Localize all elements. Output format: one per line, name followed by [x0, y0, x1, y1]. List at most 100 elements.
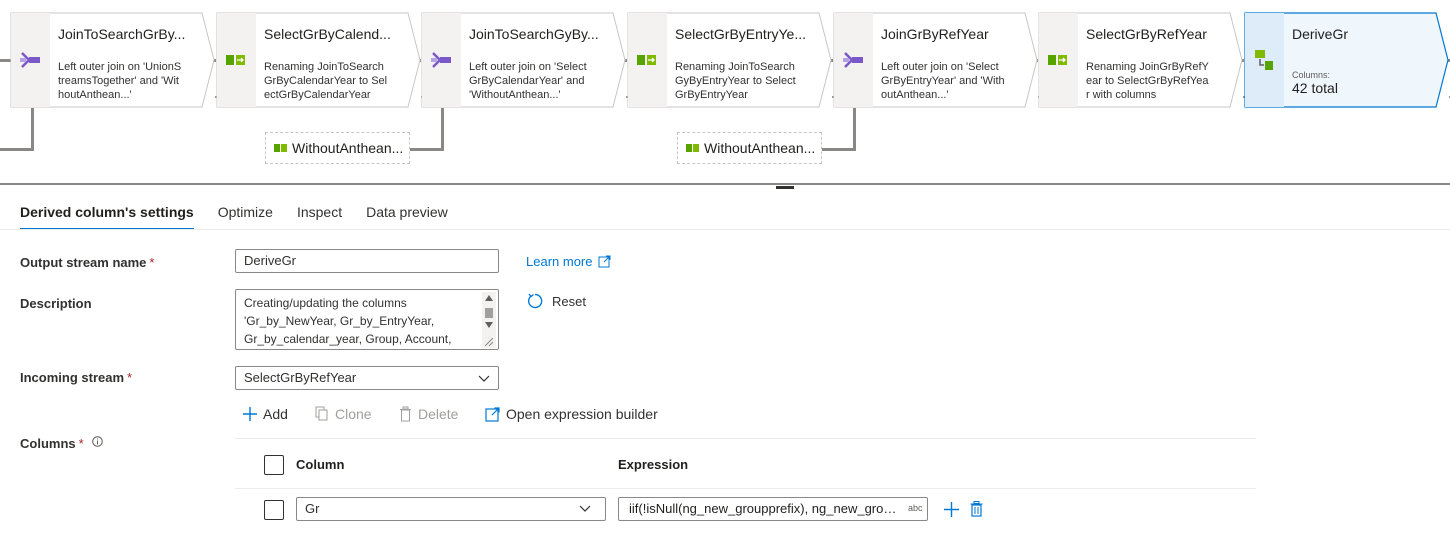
- delete-text: Delete: [418, 406, 459, 422]
- pipeline-sub-node-source[interactable]: WithoutAnthean...: [265, 132, 410, 164]
- clone-column-button[interactable]: Clone: [315, 406, 372, 422]
- select-icon: [1038, 12, 1078, 108]
- learn-more-text: Learn more: [526, 254, 593, 269]
- reset-text: Reset: [552, 293, 586, 309]
- join-icon: [10, 12, 50, 108]
- node-description: Renaming JoinToSearchGyByEntryYear to Se…: [675, 61, 796, 101]
- trash-icon: [400, 406, 411, 422]
- incoming-stream-dropdown[interactable]: SelectGrByRefYear: [235, 366, 499, 390]
- resize-grip-icon: [485, 338, 493, 346]
- data-flow-canvas[interactable]: JoinToSearchGrBy... Left outer join on '…: [0, 0, 1450, 184]
- pipeline-node-join[interactable]: JoinToSearchGrBy... Left outer join on '…: [10, 12, 223, 108]
- connector-line: [0, 148, 34, 151]
- delete-column-button[interactable]: Delete: [399, 406, 458, 422]
- delete-row-button[interactable]: [968, 500, 984, 518]
- description-text: Creating/updating the columns 'Gr_by_New…: [244, 296, 452, 346]
- node-title: JoinToSearchGrBy...: [58, 26, 186, 42]
- table-header-divider: [235, 488, 1256, 489]
- add-row-button[interactable]: [943, 501, 959, 517]
- node-title: SelectGrByEntryYe...: [675, 26, 806, 42]
- settings-tabs: Derived column's settings Optimize Inspe…: [20, 198, 472, 230]
- table-top-divider: [235, 438, 1256, 439]
- pipeline-node-select[interactable]: SelectGrByEntryYe... Renaming JoinToSear…: [627, 12, 840, 108]
- tabs-divider: [0, 229, 1450, 230]
- node-description: Renaming JoinGrByRefYear to SelectGrByRe…: [1086, 61, 1209, 101]
- output-stream-name-label: Output stream name *: [20, 255, 154, 270]
- scrollbar-thumb[interactable]: [485, 308, 493, 318]
- splitter-handle[interactable]: [776, 186, 794, 189]
- select-icon: [627, 12, 667, 108]
- trash-icon: [970, 501, 982, 517]
- pipeline-node-derive-selected[interactable]: DeriveGr Columns: 42 total +: [1244, 12, 1450, 108]
- connector-line: [853, 108, 856, 151]
- label-text: Columns: [20, 436, 76, 451]
- type-badge: abc: [908, 503, 923, 513]
- info-icon[interactable]: [92, 436, 104, 447]
- join-icon: [833, 12, 873, 108]
- join-icon: [421, 12, 461, 108]
- sub-node-title: WithoutAnthean...: [704, 140, 816, 156]
- tab-inspect[interactable]: Inspect: [297, 198, 342, 230]
- open-expression-builder-button[interactable]: Open expression builder: [485, 406, 658, 422]
- clone-text: Clone: [335, 406, 372, 422]
- tab-data-preview[interactable]: Data preview: [366, 198, 448, 230]
- select-icon: [216, 12, 256, 108]
- reset-icon: [527, 293, 543, 309]
- panel-splitter[interactable]: [0, 183, 1450, 185]
- select-icon: [686, 144, 699, 152]
- connector-line: [408, 148, 444, 151]
- label-text: Output stream name: [20, 255, 147, 270]
- add-icon: [243, 407, 257, 421]
- node-title: JoinGrByRefYear: [881, 26, 989, 42]
- label-text: Incoming stream: [20, 370, 125, 385]
- learn-more-link[interactable]: Learn more: [526, 254, 611, 269]
- column-name-dropdown[interactable]: Gr: [296, 497, 606, 521]
- scroll-up-icon: [485, 295, 493, 301]
- select-icon: [274, 144, 287, 152]
- node-title: JoinToSearchGyBy...: [469, 26, 599, 42]
- node-title: SelectGrByRefYear: [1086, 26, 1207, 42]
- required-marker: *: [149, 255, 155, 270]
- node-description: Left outer join on 'SelectGrByEntryYear'…: [881, 61, 1005, 101]
- external-link-icon: [485, 406, 500, 422]
- node-title: DeriveGr: [1292, 26, 1349, 42]
- expression-value: iif(!isNull(ng_new_groupprefix), ng_new_…: [629, 501, 920, 516]
- row-checkbox[interactable]: [264, 500, 284, 520]
- description-label: Description: [20, 296, 92, 311]
- description-textarea[interactable]: Creating/updating the columns 'Gr_by_New…: [235, 289, 499, 350]
- incoming-stream-value: SelectGrByRefYear: [244, 370, 357, 385]
- pipeline-node-select[interactable]: SelectGrByRefYear Renaming JoinGrByRefYe…: [1038, 12, 1251, 108]
- external-link-icon: [598, 255, 611, 268]
- select-all-checkbox[interactable]: [264, 455, 284, 475]
- pipeline-node-join[interactable]: JoinGrByRefYear Left outer join on 'Sele…: [833, 12, 1046, 108]
- column-header: Column: [296, 457, 345, 472]
- connector-line: [441, 108, 444, 151]
- expression-input[interactable]: iif(!isNull(ng_new_groupprefix), ng_new_…: [618, 497, 928, 521]
- pipeline-node-join[interactable]: JoinToSearchGyBy... Left outer join on '…: [421, 12, 634, 108]
- required-marker: *: [78, 436, 84, 451]
- pipeline-sub-node-source[interactable]: WithoutAnthean...: [677, 132, 822, 164]
- required-marker: *: [127, 370, 133, 385]
- connector-line: [820, 148, 856, 151]
- clone-icon: [315, 406, 328, 421]
- incoming-stream-label: Incoming stream *: [20, 370, 132, 385]
- derived-column-icon: [1244, 12, 1284, 108]
- chevron-down-icon: [478, 375, 490, 382]
- tab-derived-column-settings[interactable]: Derived column's settings: [20, 198, 194, 230]
- sub-node-title: WithoutAnthean...: [292, 140, 404, 156]
- textarea-scrollbar[interactable]: [482, 292, 496, 348]
- reset-button[interactable]: Reset: [526, 292, 586, 310]
- columns-count-value: 42 total: [1292, 80, 1338, 96]
- chevron-down-icon: [579, 505, 591, 512]
- tab-optimize[interactable]: Optimize: [218, 198, 273, 230]
- expression-header: Expression: [618, 457, 689, 472]
- columns-count-label: Columns:: [1292, 70, 1331, 80]
- node-title: SelectGrByCalend...: [264, 26, 391, 42]
- add-column-button[interactable]: Add: [243, 406, 288, 422]
- column-name-value: Gr: [305, 501, 320, 516]
- add-icon: [943, 501, 959, 517]
- output-stream-name-input[interactable]: DeriveGr: [235, 249, 499, 273]
- pipeline-node-select[interactable]: SelectGrByCalend... Renaming JoinToSearc…: [216, 12, 429, 108]
- open-builder-text: Open expression builder: [506, 406, 658, 422]
- columns-label: Columns *: [20, 436, 104, 451]
